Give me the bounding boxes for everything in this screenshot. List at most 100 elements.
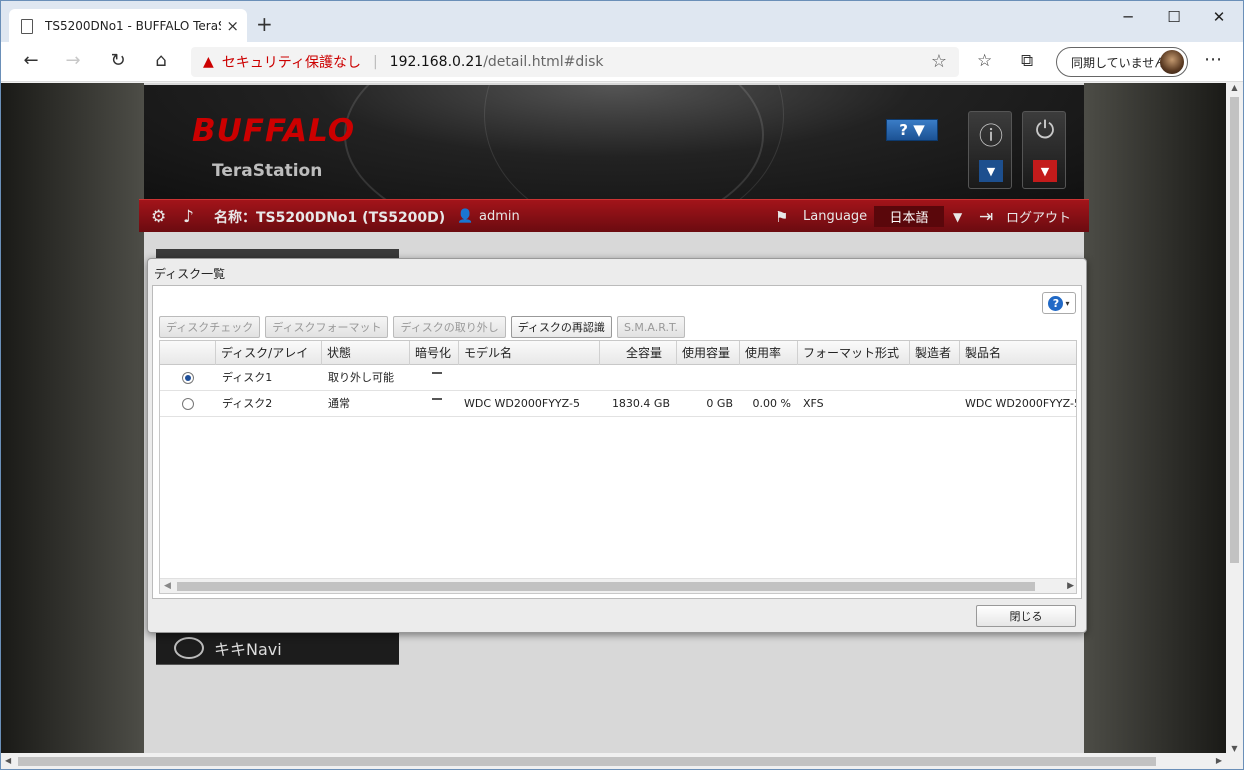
power-dropdown-icon[interactable]: ▼ (1033, 160, 1057, 182)
favorite-star-icon[interactable]: ☆ (931, 51, 947, 72)
user-name: admin (479, 209, 520, 224)
scroll-up-icon[interactable]: ▲ (1226, 83, 1243, 92)
favorites-icon[interactable]: ☆ (977, 51, 992, 71)
col-format[interactable]: フォーマット形式 (797, 341, 909, 365)
disk-remove-button[interactable]: ディスクの取り外し (393, 316, 506, 338)
disk-list-dialog: ディスク一覧 ? ▾ ディスクチェック ディスクフォーマット ディスクの取り外し… (147, 258, 1087, 633)
security-label[interactable]: セキュリティ保護なし (222, 52, 361, 72)
info-icon: ⓘ (979, 122, 1003, 150)
cell-disk: ディスク1 (222, 371, 273, 384)
page-icon (21, 18, 33, 34)
cell-model: WDC WD2000FYYZ-5 (464, 397, 580, 410)
col-product[interactable]: 製品名 (959, 341, 1076, 365)
col-status[interactable]: 状態 (321, 341, 409, 365)
power-icon: ⏻ (1035, 116, 1055, 144)
cell-status: 通常 (328, 397, 350, 410)
encryption-dash-icon (432, 398, 442, 400)
col-model[interactable]: モデル名 (458, 341, 599, 365)
scroll-right-icon[interactable]: ▶ (1067, 579, 1074, 593)
back-button[interactable]: ← (19, 50, 43, 71)
dialog-help-button[interactable]: ? ▾ (1042, 292, 1076, 314)
encryption-dash-icon (432, 372, 442, 374)
scroll-left-icon[interactable]: ◀ (164, 579, 171, 593)
language-label: Language (803, 209, 868, 224)
close-dialog-button[interactable]: 閉じる (976, 605, 1076, 627)
scroll-down-icon[interactable]: ▼ (1226, 744, 1243, 753)
table-row[interactable]: ディスク1 取り外し可能 (160, 365, 1076, 391)
cell-status: 取り外し可能 (328, 371, 394, 384)
address-bar[interactable]: ▲ セキュリティ保護なし | 192.168.0.21/detail.html#… (191, 47, 959, 77)
vscroll-thumb[interactable] (1230, 97, 1239, 563)
app-header: BUFFALO TeraStation ? ▼ ⓘ ▼ ⏻ ▼ (144, 85, 1084, 199)
table-row[interactable]: ディスク2 通常 WDC WD2000FYYZ-5 1830.4 GB 0 GB… (160, 391, 1077, 417)
refresh-button[interactable]: ↻ (106, 50, 130, 71)
app-menubar: ⚙ ♪ 名称：TS5200DNo1 (TS5200D) 👤 admin ⚑ La… (139, 199, 1089, 232)
kiki-navi-icon (174, 636, 204, 659)
kiki-navi-link[interactable]: キキNavi (156, 631, 399, 665)
row-radio[interactable] (182, 398, 194, 410)
col-total[interactable]: 全容量 (599, 341, 676, 365)
col-used[interactable]: 使用容量 (676, 341, 739, 365)
product-name: TeraStation (212, 161, 323, 181)
avatar (1160, 50, 1184, 74)
col-disk[interactable]: ディスク/アレイ (215, 341, 321, 365)
help-caret-icon: ▾ (1065, 298, 1070, 308)
table-hscrollbar[interactable]: ◀ ▶ (160, 578, 1076, 593)
url-host: 192.168.0.21 (389, 54, 484, 70)
address-separator: | (372, 54, 378, 70)
sync-label: 同期していません (1071, 55, 1167, 70)
col-maker[interactable]: 製造者 (909, 341, 959, 365)
tab-strip: TS5200DNo1 - BUFFALO TeraStat × + ─ ☐ ✕ (1, 1, 1243, 43)
cell-disk: ディスク2 (222, 397, 273, 410)
cell-total: 1830.4 GB (611, 397, 670, 410)
disk-format-button[interactable]: ディスクフォーマット (265, 316, 389, 338)
cell-product: WDC WD2000FYYZ-5 (965, 397, 1077, 410)
table-scroll-thumb[interactable] (177, 582, 1035, 591)
new-tab-button[interactable]: + (256, 12, 273, 36)
tab-title: TS5200DNo1 - BUFFALO TeraStat (45, 19, 221, 33)
info-button[interactable]: ⓘ ▼ (968, 111, 1012, 189)
help-icon: ? (1048, 295, 1064, 311)
info-dropdown-icon[interactable]: ▼ (979, 160, 1003, 182)
collections-icon[interactable]: ⧉ (1021, 51, 1033, 71)
close-window-button[interactable]: ✕ (1196, 5, 1242, 29)
settings-icon[interactable]: ⚙ (151, 200, 166, 233)
language-select[interactable]: 日本語 (874, 206, 944, 227)
forward-button[interactable]: → (61, 50, 85, 71)
page-vscrollbar[interactable]: ▲ ▼ (1226, 83, 1243, 753)
hscroll-right-icon[interactable]: ▶ (1216, 753, 1222, 769)
dialog-title: ディスク一覧 (154, 267, 226, 281)
hscroll-thumb[interactable] (18, 757, 1156, 766)
logout-link[interactable]: ログアウト (1006, 200, 1071, 233)
warning-icon: ▲ (203, 54, 214, 70)
disk-rescan-button[interactable]: ディスクの再認識 (510, 316, 612, 338)
language-icon: ⚑ (775, 207, 789, 226)
cell-format: XFS (803, 397, 824, 410)
home-button[interactable]: ⌂ (149, 50, 173, 71)
col-encryption[interactable]: 暗号化 (409, 341, 458, 365)
col-usage[interactable]: 使用率 (739, 341, 797, 365)
url-path: /detail.html#disk (483, 54, 604, 70)
profile-sync-button[interactable]: 同期していません (1056, 47, 1188, 77)
disk-check-button[interactable]: ディスクチェック (159, 316, 261, 338)
kiki-navi-label: キキNavi (214, 639, 282, 659)
logout-icon[interactable]: ⇥ (979, 200, 993, 233)
more-menu-icon[interactable]: ⋯ (1204, 49, 1222, 70)
music-icon[interactable]: ♪ (183, 200, 194, 233)
maximize-button[interactable]: ☐ (1151, 5, 1197, 29)
power-button[interactable]: ⏻ ▼ (1022, 111, 1066, 189)
cell-encryption (410, 391, 442, 417)
row-radio[interactable] (182, 372, 194, 384)
hscroll-left-icon[interactable]: ◀ (5, 753, 11, 769)
browser-window: TS5200DNo1 - BUFFALO TeraStat × + ─ ☐ ✕ … (0, 0, 1244, 770)
device-name: 名称：TS5200DNo1 (TS5200D) (214, 209, 446, 226)
header-help-button[interactable]: ? ▼ (886, 119, 938, 141)
browser-tab[interactable]: TS5200DNo1 - BUFFALO TeraStat × (9, 9, 247, 43)
cell-usage: 0.00 % (752, 397, 791, 410)
dialog-panel: ? ▾ ディスクチェック ディスクフォーマット ディスクの取り外し ディスクの再… (152, 285, 1082, 599)
smart-button[interactable]: S.M.A.R.T. (616, 316, 685, 338)
minimize-button[interactable]: ─ (1105, 5, 1151, 29)
page-hscrollbar[interactable]: ◀ ▶ (1, 753, 1226, 769)
language-caret-icon[interactable]: ▼ (953, 200, 962, 233)
tab-close-icon[interactable]: × (226, 17, 239, 35)
